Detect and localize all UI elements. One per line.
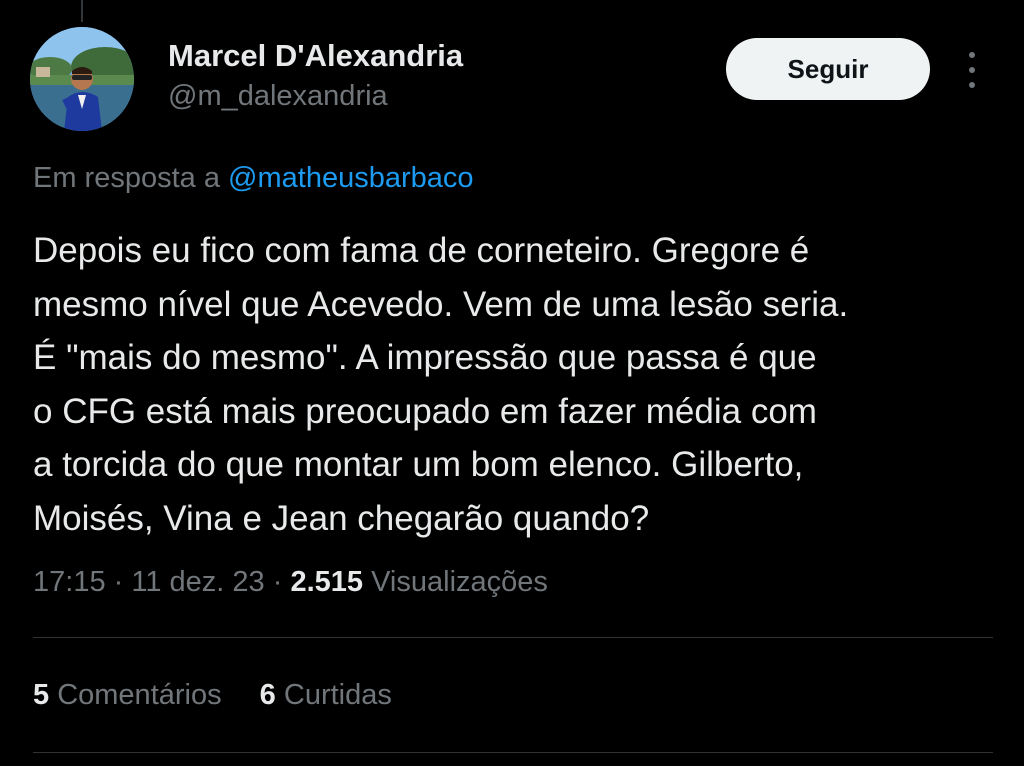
comments-count: 5: [33, 679, 50, 711]
divider: [33, 752, 993, 753]
tweet-text-line: o CFG está mais preocupado em fazer médi…: [33, 391, 817, 431]
more-dot: [969, 67, 975, 73]
tweet-text: Depois eu fico com fama de corneteiro. G…: [33, 224, 993, 545]
comments-stat[interactable]: 5 Comentários: [33, 679, 230, 711]
tweet-text-line: mesmo nível que Acevedo. Vem de uma lesã…: [33, 284, 849, 324]
more-vertical-icon[interactable]: [960, 52, 984, 88]
tweet-time[interactable]: 17:15: [33, 566, 106, 598]
views-label[interactable]: Visualizações: [371, 566, 548, 598]
more-dot: [969, 52, 975, 58]
avatar-photo: [30, 27, 134, 131]
reply-mention-link[interactable]: @matheusbarbaco: [228, 162, 473, 194]
avatar[interactable]: [30, 27, 134, 131]
tweet-stats: 5 Comentários 6 Curtidas: [33, 679, 392, 712]
tweet-text-line: a torcida do que montar um bom elenco. G…: [33, 445, 804, 484]
author-name[interactable]: Marcel D'Alexandria: [168, 38, 463, 74]
divider: [33, 637, 993, 638]
tweet-meta: 17:15 · 11 dez. 23 · 2.515 Visualizações: [33, 566, 548, 599]
likes-stat[interactable]: 6 Curtidas: [260, 679, 392, 711]
tweet-date[interactable]: 11 dez. 23: [131, 566, 264, 598]
more-dot: [969, 82, 975, 88]
follow-button[interactable]: Seguir: [726, 38, 930, 100]
tweet-text-line: É "mais do mesmo". A impressão que passa…: [33, 338, 817, 377]
reply-prefix: Em resposta a: [33, 162, 220, 194]
views-count[interactable]: 2.515: [290, 566, 363, 598]
author-handle[interactable]: @m_dalexandria: [168, 80, 388, 113]
reply-context: Em resposta a @matheusbarbaco: [33, 162, 474, 195]
tweet-text-line: Depois eu fico com fama de corneteiro. G…: [33, 231, 810, 270]
meta-separator: ·: [272, 566, 283, 598]
comments-label: Comentários: [57, 679, 222, 711]
meta-separator: ·: [113, 566, 124, 598]
thread-connector-line: [81, 0, 83, 22]
tweet-detail: Marcel D'Alexandria @m_dalexandria Segui…: [0, 0, 1024, 766]
likes-label: Curtidas: [283, 679, 392, 711]
likes-count: 6: [259, 679, 276, 711]
tweet-text-line: Moisés, Vina e Jean chegarão quando?: [33, 498, 650, 538]
